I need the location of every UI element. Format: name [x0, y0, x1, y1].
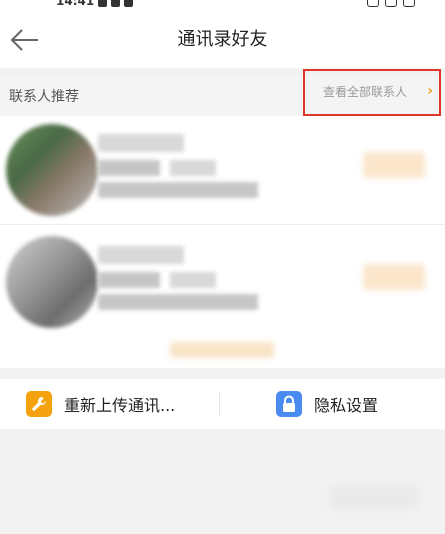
status-bar: 14:41 — [0, 0, 445, 12]
action-bar: 重新上传通讯... 隐私设置 — [0, 379, 445, 429]
status-notification-icons — [98, 0, 133, 7]
add-friend-button[interactable] — [363, 264, 425, 290]
add-friend-button[interactable] — [363, 152, 425, 178]
blurred-detail — [170, 160, 216, 176]
reupload-label: 重新上传通讯... — [64, 396, 176, 415]
lock-icon — [276, 391, 302, 417]
divider — [219, 391, 220, 417]
blurred-name — [98, 246, 184, 264]
blurred-detail — [98, 272, 160, 288]
reupload-contacts-button[interactable]: 重新上传通讯... — [26, 379, 175, 429]
section-title: 联系人推荐 — [9, 89, 79, 105]
blurred-detail — [98, 160, 160, 176]
blurred-detail — [98, 294, 258, 310]
privacy-label: 隐私设置 — [314, 396, 379, 415]
watermark — [330, 486, 418, 508]
nav-bar: 通讯录好友 — [0, 12, 445, 68]
blurred-detail — [98, 182, 258, 198]
blurred-detail — [170, 272, 216, 288]
list-item[interactable] — [0, 228, 445, 336]
wrench-icon — [26, 391, 52, 417]
view-all-label: 查看全部联系人 — [323, 85, 408, 99]
status-system-icons — [367, 0, 415, 7]
chevron-right-icon: › — [427, 83, 433, 99]
divider — [0, 224, 445, 225]
page-title: 通讯录好友 — [177, 29, 268, 50]
blurred-name — [98, 134, 184, 152]
view-all-contacts-link[interactable]: 查看全部联系人 › — [303, 69, 441, 116]
list-item[interactable] — [0, 116, 445, 225]
avatar — [6, 124, 98, 216]
privacy-settings-button[interactable]: 隐私设置 — [276, 379, 378, 429]
avatar — [6, 236, 98, 328]
status-time: 14:41 — [56, 0, 95, 8]
contact-list — [0, 116, 445, 368]
view-more-link[interactable] — [170, 342, 274, 358]
